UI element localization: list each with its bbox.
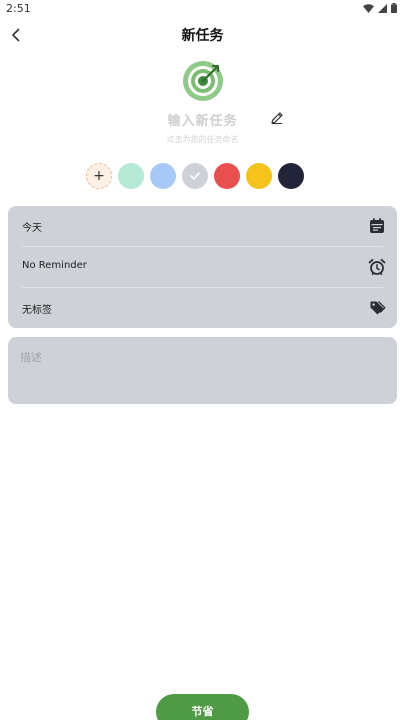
- header: 新任务: [0, 20, 405, 50]
- color-swatch-mint[interactable]: [118, 163, 144, 189]
- description-card: 描述: [8, 337, 397, 404]
- wifi-icon: [363, 3, 374, 13]
- status-time: 2:51: [6, 2, 31, 15]
- check-icon: [190, 172, 200, 180]
- date-label: 今天: [22, 223, 42, 234]
- date-row[interactable]: 今天: [8, 206, 397, 246]
- color-swatch-yellow[interactable]: [246, 163, 272, 189]
- tag-label: 无标签: [22, 305, 52, 316]
- calendar-icon: [370, 218, 384, 233]
- page-title: 新任务: [181, 28, 224, 44]
- color-swatch-gray-selected[interactable]: [182, 163, 208, 189]
- tag-row[interactable]: 无标签: [8, 288, 397, 328]
- new-task-screen: 2:51 新任务 输入新任务 点击为您的任务命名 + 今天 No Reminde…: [0, 0, 405, 720]
- task-name-hint: 点击为您的任务命名: [166, 135, 239, 144]
- color-picker: +: [86, 163, 304, 190]
- status-icons: [363, 3, 397, 13]
- color-swatch-navy[interactable]: [278, 163, 304, 189]
- task-icon-button[interactable]: [182, 60, 224, 102]
- task-name-input[interactable]: 输入新任务: [0, 110, 405, 129]
- reminder-label: No Reminder: [22, 260, 87, 271]
- pencil-icon: [271, 112, 283, 124]
- alarm-clock-icon: [368, 258, 386, 275]
- edit-name-button[interactable]: [269, 110, 285, 126]
- description-input[interactable]: 描述: [20, 349, 385, 396]
- color-swatch-red[interactable]: [214, 163, 240, 189]
- task-settings-card: 今天 No Reminder 无标签: [8, 206, 397, 328]
- signal-icon: [378, 3, 387, 13]
- color-swatch-blue[interactable]: [150, 163, 176, 189]
- status-bar: 2:51: [0, 0, 405, 18]
- plus-label: +: [93, 168, 105, 184]
- tag-icon: [370, 301, 386, 315]
- reminder-row[interactable]: No Reminder: [8, 247, 397, 287]
- target-icon: [183, 61, 223, 101]
- task-name-row: 输入新任务: [0, 108, 405, 130]
- battery-icon: [391, 3, 397, 13]
- add-color-button[interactable]: +: [86, 163, 112, 189]
- save-button[interactable]: 节省: [156, 694, 249, 720]
